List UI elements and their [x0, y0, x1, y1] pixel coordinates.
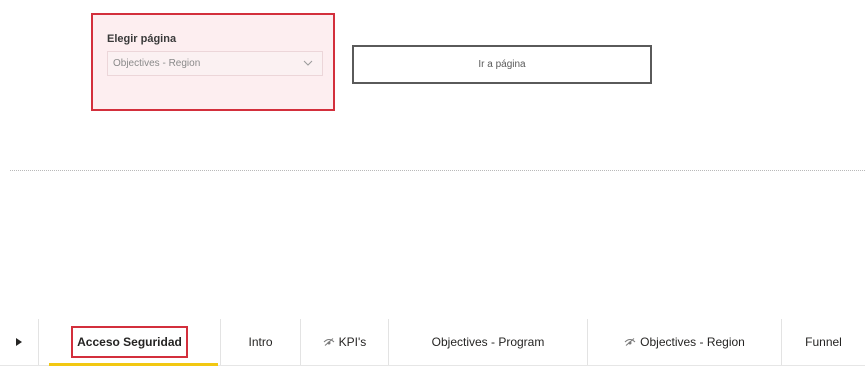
tab-intro[interactable]: Intro	[220, 319, 300, 365]
tab-acceso-seguridad[interactable]: Acceso Seguridad	[38, 319, 220, 366]
page-tabs-bar: Acceso Seguridad Intro KPI's Objectives …	[0, 319, 865, 366]
tab-kpis[interactable]: KPI's	[300, 319, 388, 365]
hidden-eye-icon	[323, 338, 335, 346]
tab-objectives-region[interactable]: Objectives - Region	[587, 319, 781, 365]
tab-label: KPI's	[338, 335, 367, 349]
play-right-icon	[16, 338, 22, 346]
dropdown-selected-value: Objectives - Region	[113, 58, 201, 69]
tab-label: Intro	[248, 335, 273, 349]
tab-label: Objectives - Program	[431, 335, 545, 349]
go-to-page-button[interactable]: Ir a página	[352, 45, 652, 84]
tab-label: Acceso Seguridad	[71, 326, 188, 358]
tabs-nav-arrow[interactable]	[0, 319, 38, 365]
tab-label: Funnel	[805, 335, 842, 349]
page-dropdown[interactable]: Objectives - Region	[107, 51, 323, 76]
chevron-down-icon	[303, 60, 313, 66]
dotted-divider	[10, 170, 865, 171]
hidden-eye-icon	[624, 338, 636, 346]
tab-funnel[interactable]: Funnel	[781, 319, 865, 365]
tab-objectives-program[interactable]: Objectives - Program	[388, 319, 587, 365]
page-select-slicer: Elegir página Objectives - Region	[91, 13, 335, 111]
slicer-title: Elegir página	[107, 33, 177, 45]
tab-label: Objectives - Region	[640, 335, 745, 349]
